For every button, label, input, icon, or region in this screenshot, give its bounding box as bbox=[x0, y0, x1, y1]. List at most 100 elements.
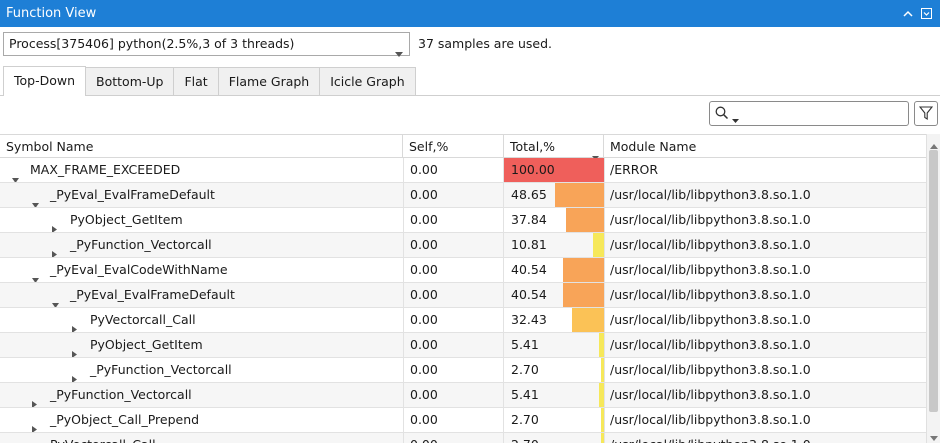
table-row[interactable]: _PyFunction_Vectorcall 0.00 10.81/usr/loca… bbox=[0, 233, 926, 258]
expanded-arrow-icon[interactable] bbox=[32, 267, 39, 282]
search-input[interactable] bbox=[709, 101, 909, 126]
total-percent-value: 10.81 bbox=[511, 237, 547, 252]
process-select-value: Process[375406] python(2.5%,3 of 3 threa… bbox=[9, 36, 295, 51]
self-percent-cell: 0.00 bbox=[403, 333, 504, 357]
total-percent-value: 2.70 bbox=[511, 433, 539, 443]
module-name-cell: /usr/local/lib/libpython3.8.so.1.0 bbox=[610, 387, 811, 402]
symbol-cell: PyVectorcall_Call bbox=[0, 433, 404, 443]
collapsed-arrow-icon[interactable] bbox=[72, 317, 77, 332]
table-row[interactable]: PyVectorcall_Call 0.00 2.70/usr/local/lib/… bbox=[0, 433, 926, 443]
total-percent-bar bbox=[572, 308, 604, 332]
self-percent-cell: 0.00 bbox=[403, 358, 504, 382]
table-row[interactable]: _PyFunction_Vectorcall 0.00 2.70/usr/local… bbox=[0, 358, 926, 383]
tab-icicle-graph[interactable]: Icicle Graph bbox=[319, 67, 416, 95]
table-row[interactable]: PyObject_GetItem 0.00 5.41/usr/local/lib/l… bbox=[0, 333, 926, 358]
module-name-cell: /usr/local/lib/libpython3.8.so.1.0 bbox=[610, 337, 811, 352]
table-row[interactable]: _PyObject_Call_Prepend 0.00 2.70/usr/local… bbox=[0, 408, 926, 433]
tab-divider bbox=[0, 95, 940, 96]
self-percent-cell: 0.00 bbox=[403, 233, 504, 257]
symbol-name: _PyFunction_Vectorcall bbox=[90, 362, 232, 377]
expanded-arrow-icon[interactable] bbox=[12, 167, 19, 182]
column-header-self[interactable]: Self,% bbox=[403, 135, 504, 158]
column-header-total[interactable]: Total,% bbox=[504, 135, 604, 160]
window-controls bbox=[903, 0, 932, 27]
self-percent-cell: 0.00 bbox=[403, 308, 504, 332]
total-percent-value: 2.70 bbox=[511, 362, 539, 377]
total-percent-cell: 10.81 bbox=[504, 233, 605, 257]
total-percent-cell: 37.84 bbox=[504, 208, 605, 232]
total-percent-bar bbox=[566, 208, 604, 232]
filter-icon bbox=[919, 106, 933, 120]
table-row[interactable]: MAX_FRAME_EXCEEDED 0.00 100.00/ERROR bbox=[0, 158, 926, 183]
column-header-symbol[interactable]: Symbol Name bbox=[0, 135, 403, 158]
window-title: Function View bbox=[6, 6, 97, 21]
process-select[interactable]: Process[375406] python(2.5%,3 of 3 threa… bbox=[3, 32, 410, 57]
tab-flat[interactable]: Flat bbox=[173, 67, 219, 95]
symbol-name: _PyEval_EvalFrameDefault bbox=[70, 287, 235, 302]
self-percent-cell: 0.00 bbox=[403, 433, 504, 443]
column-header-module[interactable]: Module Name bbox=[604, 135, 926, 158]
symbol-name: PyObject_GetItem bbox=[70, 212, 183, 227]
table-row[interactable]: _PyEval_EvalCodeWithName 0.00 40.54/usr/lo… bbox=[0, 258, 926, 283]
column-header-total-label: Total,% bbox=[510, 139, 556, 154]
symbol-cell: _PyEval_EvalCodeWithName bbox=[0, 258, 404, 282]
total-percent-value: 32.43 bbox=[511, 312, 547, 327]
total-percent-bar bbox=[563, 283, 604, 307]
total-percent-value: 5.41 bbox=[511, 387, 539, 402]
symbol-name: _PyObject_Call_Prepend bbox=[50, 412, 200, 427]
module-name-cell: /ERROR bbox=[610, 162, 659, 177]
total-percent-cell: 48.65 bbox=[504, 183, 605, 207]
symbol-cell: PyObject_GetItem bbox=[0, 333, 404, 357]
expanded-arrow-icon[interactable] bbox=[52, 292, 59, 307]
collapsed-arrow-icon[interactable] bbox=[72, 342, 77, 357]
collapsed-arrow-icon[interactable] bbox=[72, 367, 77, 382]
symbol-cell: _PyFunction_Vectorcall bbox=[0, 383, 404, 407]
total-percent-cell: 2.70 bbox=[504, 433, 605, 443]
tab-top-down[interactable]: Top-Down bbox=[3, 66, 87, 96]
total-percent-value: 40.54 bbox=[511, 287, 547, 302]
total-percent-value: 2.70 bbox=[511, 412, 539, 427]
expanded-arrow-icon[interactable] bbox=[32, 192, 39, 207]
module-name-cell: /usr/local/lib/libpython3.8.so.1.0 bbox=[610, 212, 811, 227]
self-percent-cell: 0.00 bbox=[403, 408, 504, 432]
vertical-scrollbar[interactable] bbox=[926, 134, 940, 443]
collapsed-arrow-icon[interactable] bbox=[32, 417, 37, 432]
table-row[interactable]: PyVectorcall_Call 0.00 32.43/usr/local/lib… bbox=[0, 308, 926, 333]
module-name-cell: /usr/local/lib/libpython3.8.so.1.0 bbox=[610, 362, 811, 377]
self-percent-cell: 0.00 bbox=[403, 283, 504, 307]
table-row[interactable]: PyObject_GetItem 0.00 37.84/usr/local/lib/… bbox=[0, 208, 926, 233]
search-icon bbox=[715, 106, 729, 124]
total-percent-value: 40.54 bbox=[511, 262, 547, 277]
module-name-cell: /usr/local/lib/libpython3.8.so.1.0 bbox=[610, 287, 811, 302]
table-row[interactable]: _PyFunction_Vectorcall 0.00 5.41/usr/local… bbox=[0, 383, 926, 408]
scrollbar-thumb[interactable] bbox=[929, 150, 938, 412]
tab-flame-graph[interactable]: Flame Graph bbox=[217, 67, 321, 95]
total-percent-bar bbox=[563, 258, 604, 282]
collapsed-arrow-icon[interactable] bbox=[52, 242, 57, 257]
self-percent-cell: 0.00 bbox=[403, 258, 504, 282]
total-percent-cell: 5.41 bbox=[504, 383, 605, 407]
window-titlebar: Function View bbox=[0, 0, 940, 27]
collapse-icon[interactable] bbox=[903, 10, 913, 18]
symbol-name: _PyEval_EvalFrameDefault bbox=[50, 187, 215, 202]
collapsed-arrow-icon[interactable] bbox=[52, 217, 57, 232]
symbol-name: PyVectorcall_Call bbox=[90, 312, 196, 327]
maximize-icon[interactable] bbox=[921, 8, 932, 19]
total-percent-cell: 100.00 bbox=[504, 158, 605, 182]
symbol-name: _PyEval_EvalCodeWithName bbox=[50, 262, 228, 277]
module-name-cell: /usr/local/lib/libpython3.8.so.1.0 bbox=[610, 412, 811, 427]
symbol-name: _PyFunction_Vectorcall bbox=[70, 237, 212, 252]
self-percent-cell: 0.00 bbox=[403, 158, 504, 182]
table-row[interactable]: _PyEval_EvalFrameDefault 0.00 48.65/usr/lo… bbox=[0, 183, 926, 208]
process-row: Process[375406] python(2.5%,3 of 3 threa… bbox=[0, 32, 940, 58]
search-options-chevron-icon[interactable] bbox=[732, 112, 739, 127]
symbol-cell: _PyFunction_Vectorcall bbox=[0, 233, 404, 257]
filter-button[interactable] bbox=[914, 101, 938, 126]
collapsed-arrow-icon[interactable] bbox=[32, 392, 37, 407]
table-header: Symbol Name Self,% Total,% Module Name bbox=[0, 134, 926, 160]
total-percent-cell: 5.41 bbox=[504, 333, 605, 357]
table-row[interactable]: _PyEval_EvalFrameDefault 0.00 40.54/usr/lo… bbox=[0, 283, 926, 308]
tab-bottom-up[interactable]: Bottom-Up bbox=[85, 67, 175, 95]
total-percent-cell: 40.54 bbox=[504, 283, 605, 307]
total-percent-cell: 40.54 bbox=[504, 258, 605, 282]
